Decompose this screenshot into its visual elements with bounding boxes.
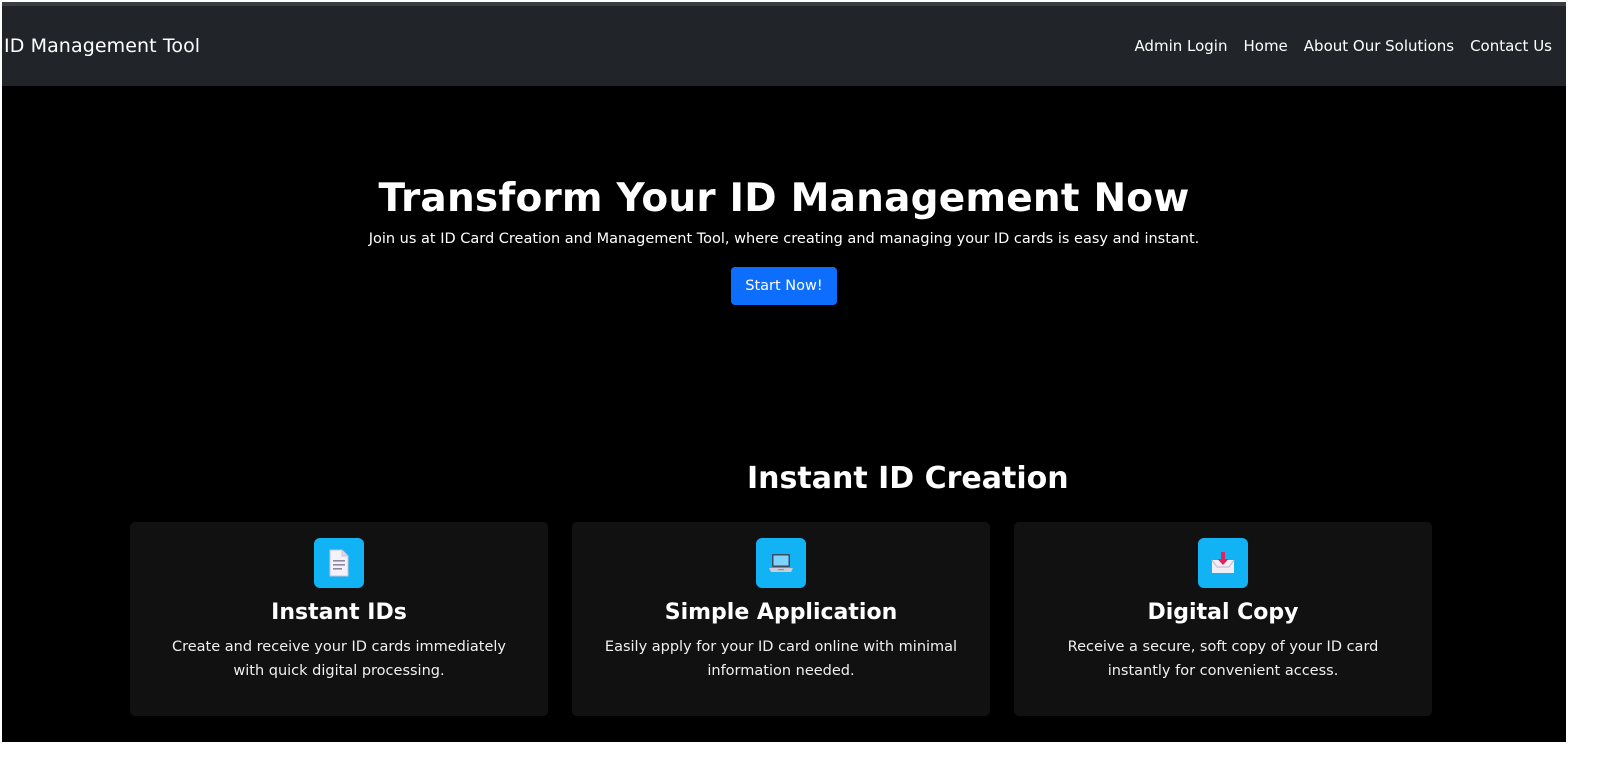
inbox-download-icon bbox=[1198, 538, 1248, 588]
card-title: Instant IDs bbox=[271, 600, 407, 625]
navbar: ID Management Tool Admin Login Home Abou… bbox=[2, 6, 1566, 86]
feature-card-simple-application: Simple Application Easily apply for your… bbox=[572, 522, 990, 716]
start-now-button[interactable]: Start Now! bbox=[731, 267, 837, 305]
nav-about-our-solutions[interactable]: About Our Solutions bbox=[1304, 37, 1454, 55]
feature-card-digital-copy: Digital Copy Receive a secure, soft copy… bbox=[1014, 522, 1432, 716]
browser-viewport: ID Management Tool Admin Login Home Abou… bbox=[2, 2, 1566, 742]
document-icon bbox=[314, 538, 364, 588]
nav-contact-us[interactable]: Contact Us bbox=[1470, 37, 1552, 55]
hero-subtitle: Join us at ID Card Creation and Manageme… bbox=[368, 231, 1200, 247]
card-text: Create and receive your ID cards immedia… bbox=[171, 639, 506, 679]
card-text: Receive a secure, soft copy of your ID c… bbox=[1067, 639, 1379, 679]
card-title: Simple Application bbox=[664, 600, 898, 625]
feature-cards: Instant IDs Create and receive your ID c… bbox=[130, 522, 1432, 716]
feature-card-instant-ids: Instant IDs Create and receive your ID c… bbox=[130, 522, 548, 716]
nav-links: Admin Login Home About Our Solutions Con… bbox=[1134, 37, 1552, 55]
laptop-icon bbox=[756, 538, 806, 588]
nav-home[interactable]: Home bbox=[1243, 37, 1287, 55]
card-title: Digital Copy bbox=[1147, 600, 1299, 625]
features-title: Instant ID Creation bbox=[747, 461, 1069, 496]
nav-admin-login[interactable]: Admin Login bbox=[1134, 37, 1227, 55]
hero-section: Transform Your ID Management Now Join us… bbox=[2, 176, 1566, 305]
brand-link[interactable]: ID Management Tool bbox=[4, 35, 200, 57]
hero-title: Transform Your ID Management Now bbox=[378, 176, 1190, 221]
card-text: Easily apply for your ID card online wit… bbox=[604, 639, 958, 679]
